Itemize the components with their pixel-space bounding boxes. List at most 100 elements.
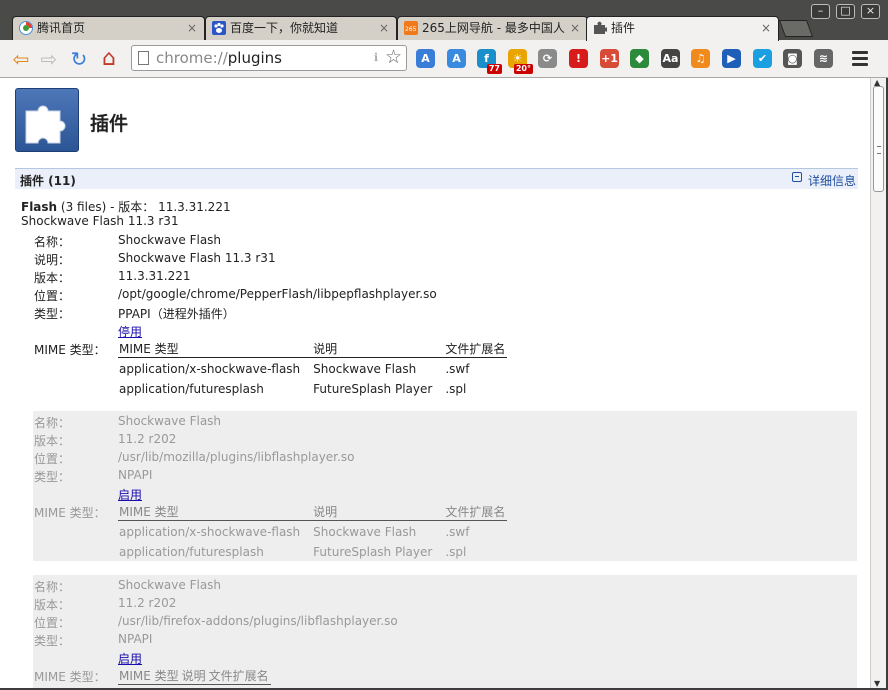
vertical-scrollbar[interactable]: ▲ ▼	[870, 78, 886, 688]
mime-header-row: MIME 类型 说明 文件扩展名	[118, 667, 271, 685]
entry-type: NPAPI	[118, 468, 153, 482]
plugin-entry-disabled: 名称： Shockwave Flash 版本： 11.2 r202 位置： /u…	[33, 411, 857, 561]
send-to-phone-icon[interactable]: ▶	[722, 49, 741, 68]
mime-col-type: MIME 类型	[118, 503, 313, 521]
label-name: 名称：	[34, 580, 71, 594]
tab-plugins[interactable]: 插件 ×	[586, 16, 779, 41]
plugin-puzzle-logo	[15, 88, 79, 152]
fanfou-icon[interactable]: f 77	[477, 49, 502, 74]
google-plus-one-icon[interactable]: +1	[600, 49, 619, 68]
entry-description: Shockwave Flash 11.3 r31	[118, 251, 276, 265]
scrollbar-thumb[interactable]	[873, 86, 884, 192]
evernote-icon[interactable]: ◙	[783, 49, 802, 68]
page-title: 插件	[90, 113, 129, 135]
label-type: 类型：	[34, 307, 71, 321]
tab-close-icon[interactable]: ×	[761, 17, 771, 39]
mime-extension: .spl	[445, 545, 467, 559]
tab-close-icon[interactable]: ×	[570, 17, 580, 39]
details-link[interactable]: 详细信息	[808, 172, 856, 189]
translate-icon[interactable]: A	[416, 49, 435, 68]
dictionary-icon[interactable]: Aa	[661, 49, 680, 68]
mime-col-ext: 文件扩展名	[444, 340, 508, 358]
label-mime: MIME 类型：	[34, 343, 106, 357]
plugin-header: Flash (3 files) - 版本： 11.3.31.221	[21, 198, 231, 215]
label-version: 版本：	[34, 598, 71, 612]
mime-description: FutureSplash Player	[313, 545, 433, 559]
music-icon[interactable]: ♫	[691, 49, 710, 68]
mime-extension: .swf	[445, 525, 470, 539]
svg-text:265: 265	[405, 26, 417, 33]
entry-name: Shockwave Flash	[118, 233, 222, 247]
translate-alt-icon[interactable]: A	[447, 49, 466, 68]
grip-icon	[877, 146, 881, 154]
collapse-icon[interactable]	[792, 172, 802, 182]
title-bar: 腾讯首页 × 百度一下，你就知道 × 265 265上网导航 - 最多中国人 ×…	[0, 0, 888, 41]
home-button[interactable]: ⌂	[98, 48, 120, 70]
plugins-page: 插件 插件 (11) 详细信息 Flash (3 files) - 版本： 11…	[0, 78, 870, 688]
plugin-version: 11.3.31.221	[158, 200, 231, 214]
mime-col-ext: 文件扩展名	[444, 503, 508, 521]
browser-toolbar: ⇦ ⇨ ↻ ⌂ chrome://plugins ℹ ☆ A Af 77 ☀ 20° ⟳!…	[0, 40, 888, 78]
table-row: application/futuresplash FutureSplash Pl…	[118, 378, 507, 398]
plugin-entry-disabled: 名称： Shockwave Flash 版本： 11.2 r202 位置： /u…	[33, 575, 857, 688]
mime-table: MIME 类型 说明 文件扩展名 application/x-shockwave…	[118, 503, 508, 561]
url-text[interactable]: chrome://plugins	[156, 49, 282, 67]
message-icon[interactable]: ✔	[753, 49, 772, 68]
tab-title: 百度一下，你就知道	[230, 21, 339, 35]
address-bar[interactable]: chrome://plugins ℹ ☆	[131, 45, 407, 71]
page-info-icon[interactable]: ℹ	[374, 51, 378, 64]
mime-col-desc: 说明	[180, 667, 208, 685]
extension-badge: 77	[486, 64, 502, 74]
mime-col-type: MIME 类型	[118, 667, 181, 685]
plugins-section-header: 插件 (11) 详细信息	[15, 168, 858, 189]
maximize-button[interactable]: □	[836, 4, 855, 19]
close-window-button[interactable]: ×	[861, 4, 880, 19]
forward-button[interactable]: ⇨	[38, 48, 60, 70]
tab-265[interactable]: 265 265上网导航 - 最多中国人 ×	[397, 16, 588, 40]
reload-button[interactable]: ↻	[68, 48, 90, 70]
mime-col-desc: 说明	[312, 340, 445, 358]
enable-link[interactable]: 启用	[118, 486, 142, 503]
page-icon	[138, 51, 149, 65]
weather-icon[interactable]: ☀ 20°	[508, 49, 533, 74]
mime-header-row: MIME 类型 说明 文件扩展名	[118, 340, 508, 358]
label-type: 类型：	[34, 470, 71, 484]
bookmark-star-icon[interactable]: ☆	[385, 46, 402, 68]
mime-description: Shockwave Flash	[313, 362, 417, 376]
disable-link[interactable]: 停用	[118, 323, 142, 340]
tab-title: 插件	[611, 21, 636, 35]
tencent-icon	[19, 21, 33, 35]
mime-col-desc: 说明	[312, 503, 445, 521]
baidu-paw-icon	[212, 21, 226, 35]
mime-extension: .swf	[445, 362, 470, 376]
entry-version: 11.2 r202	[118, 596, 177, 610]
wifi-icon[interactable]: ≋	[814, 49, 833, 68]
puzzle-icon	[594, 21, 607, 34]
label-mime: MIME 类型：	[34, 670, 106, 684]
new-tab-button[interactable]	[778, 20, 814, 37]
mime-type: application/x-shockwave-flash	[119, 362, 301, 376]
entry-version: 11.2 r202	[118, 432, 177, 446]
tab-close-icon[interactable]: ×	[187, 17, 197, 39]
back-button[interactable]: ⇦	[10, 48, 32, 70]
tab-baidu[interactable]: 百度一下，你就知道 ×	[205, 16, 397, 40]
alert-icon[interactable]: !	[569, 49, 588, 68]
scroll-down-arrow-icon[interactable]: ▼	[874, 679, 880, 688]
feedly-icon[interactable]: ◆	[630, 49, 649, 68]
label-name: 名称：	[34, 416, 71, 430]
entry-location: /opt/google/chrome/PepperFlash/libpepfla…	[118, 287, 437, 301]
minimize-button[interactable]: –	[811, 4, 830, 19]
extension-badge: 20°	[513, 64, 533, 74]
sync-icon[interactable]: ⟳	[538, 49, 557, 68]
tab-close-icon[interactable]: ×	[379, 17, 389, 39]
label-type: 类型：	[34, 634, 71, 648]
mime-description: Shockwave Flash	[313, 525, 417, 539]
label-name: 名称：	[34, 235, 71, 249]
label-version: 版本：	[34, 434, 71, 448]
tab-title: 腾讯首页	[37, 21, 86, 35]
plugin-subtitle: Shockwave Flash 11.3 r31	[21, 214, 179, 228]
mime-table: MIME 类型 说明 文件扩展名 application/x-shockwave…	[118, 340, 508, 398]
tab-tencent[interactable]: 腾讯首页 ×	[12, 16, 205, 40]
menu-icon[interactable]	[852, 51, 868, 67]
enable-link[interactable]: 启用	[118, 650, 142, 667]
